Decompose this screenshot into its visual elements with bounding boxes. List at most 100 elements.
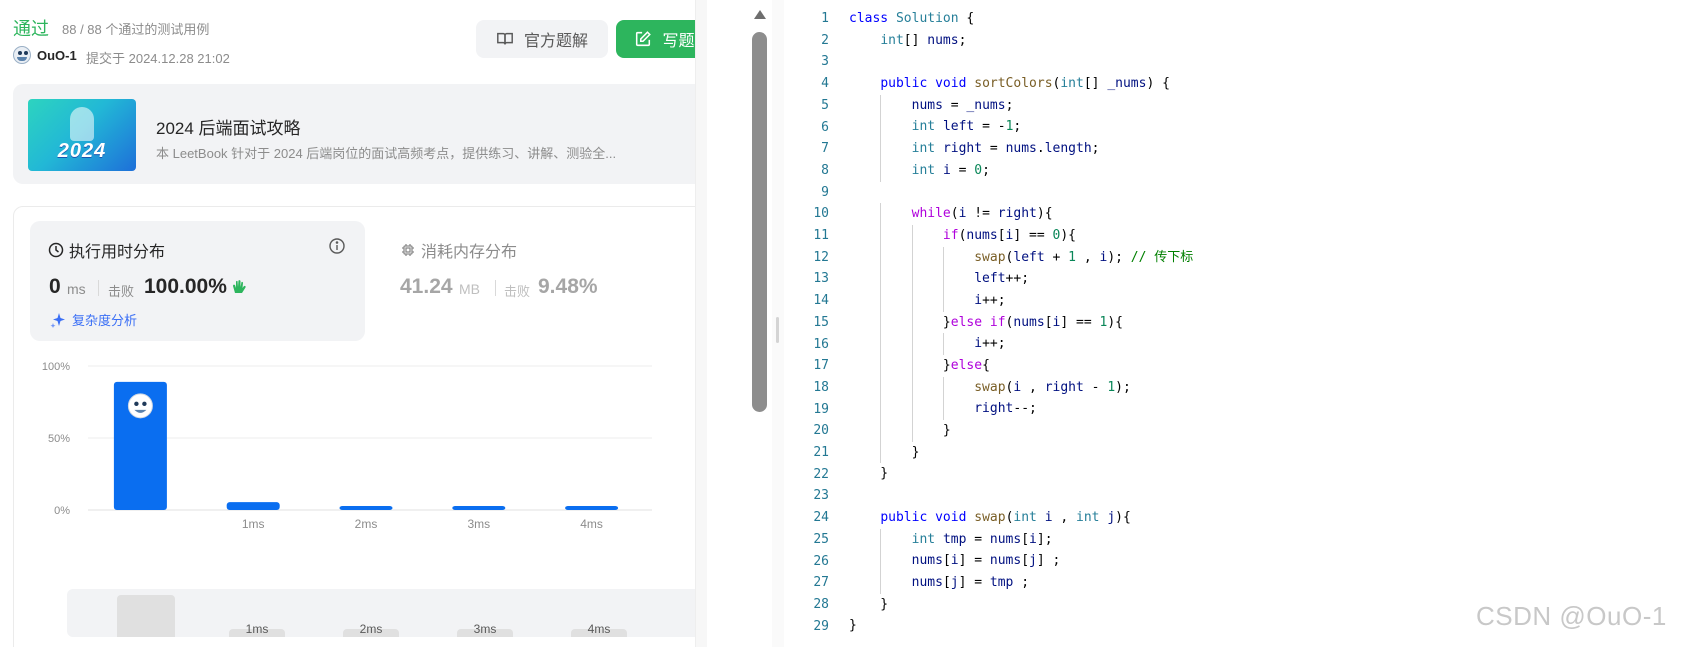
line-number: 25 — [813, 531, 829, 547]
scroll-up-arrow-icon[interactable] — [754, 10, 766, 19]
code-token: _nums — [1107, 76, 1147, 92]
leetbook-promo-card[interactable]: 2024 2024 后端面试攻略 本 LeetBook 针对于 2024 后端岗… — [13, 84, 695, 184]
code-line[interactable]: } — [849, 615, 1193, 637]
indent-guide — [942, 246, 944, 269]
info-icon[interactable] — [328, 237, 346, 255]
code-token: ; — [982, 162, 990, 178]
user-avatar[interactable] — [13, 46, 31, 64]
code-token: j — [1029, 553, 1037, 569]
line-number: 21 — [813, 445, 829, 461]
code-token: int — [911, 531, 936, 547]
complexity-analysis-label: 复杂度分析 — [72, 313, 138, 328]
chart-range-slider[interactable]: 1ms 2ms 3ms 4ms — [67, 589, 695, 637]
code-line[interactable]: int[] nums; — [849, 30, 1193, 52]
code-line[interactable]: } — [849, 463, 1193, 485]
line-number: 23 — [813, 488, 829, 504]
code-line[interactable]: left++; — [849, 268, 1193, 290]
code-token: ( — [950, 206, 959, 222]
code-line[interactable]: i++; — [849, 289, 1193, 312]
runtime-title: 执行用时分布 — [48, 238, 165, 262]
leetbook-title: 2024 后端面试攻略 — [156, 119, 301, 138]
code-line[interactable]: nums = _nums; — [849, 94, 1193, 117]
code-token: ) { — [1146, 76, 1170, 92]
indent-guide — [880, 550, 882, 572]
code-line[interactable] — [849, 182, 1193, 204]
code-token: } — [849, 618, 857, 634]
code-line[interactable]: }else{ — [849, 355, 1193, 377]
runtime-unit: ms — [67, 281, 86, 297]
range-slider-handle[interactable] — [117, 595, 175, 637]
code-token: int — [1060, 76, 1084, 92]
write-solution-button[interactable]: 写题解 — [616, 20, 695, 58]
code-line[interactable]: public void sortColors(int[] _nums) { — [849, 73, 1193, 95]
code-line[interactable]: i++; — [849, 333, 1193, 355]
code-token: swap — [974, 509, 1006, 525]
bar — [226, 502, 280, 510]
x-tick-label: 4ms — [580, 517, 603, 531]
memory-beat-percent: 9.48% — [538, 275, 598, 298]
line-number: 5 — [821, 97, 829, 113]
code-line[interactable]: } — [849, 420, 1193, 442]
code-token: [] — [903, 32, 928, 48]
code-editor[interactable]: 1 2 3 4 5 6 7 8 9 10 11 12 13 14 15 16 17 18 19 20 21 22 23 24 2… — [784, 0, 1689, 647]
splitter-grip[interactable] — [776, 317, 779, 343]
code-line[interactable]: int right = nums.length; — [849, 138, 1193, 160]
code-line[interactable]: class Solution { — [849, 8, 1193, 30]
code-token: 0 — [974, 162, 983, 178]
write-solution-label: 写题解 — [662, 33, 695, 50]
bar — [565, 506, 619, 510]
code-line[interactable] — [849, 51, 1193, 73]
code-token: length — [1044, 141, 1092, 157]
code-content[interactable]: class Solution { int[] nums; public void… — [849, 8, 1193, 637]
code-token: ; — [1091, 141, 1100, 157]
line-number: 20 — [813, 423, 829, 439]
indent-guide — [880, 289, 882, 312]
runtime-beat-label: 击败 — [108, 284, 135, 299]
submission-panel: 通过 88 / 88 个通过的测试用例 OuO-1 提交于 2024.12.28… — [0, 0, 695, 647]
code-token: ; — [1013, 119, 1022, 135]
code-token: swap — [974, 249, 1006, 265]
code-line[interactable]: } — [849, 441, 1193, 464]
code-token: } — [849, 423, 951, 439]
code-line[interactable]: right--; — [849, 398, 1193, 421]
code-token: = — [966, 531, 990, 547]
indent-guide — [880, 376, 882, 399]
code-token: } — [849, 466, 889, 482]
code-line[interactable] — [849, 485, 1193, 507]
code-line[interactable]: swap(left + 1 , i); // 传下标 — [849, 246, 1193, 269]
left-panel-scrollbar[interactable] — [695, 0, 707, 647]
code-line[interactable]: }else if(nums[i] == 1){ — [849, 311, 1193, 334]
code-token: right — [1044, 379, 1084, 395]
code-line[interactable]: int tmp = nums[i]; — [849, 528, 1193, 551]
code-line[interactable]: if(nums[i] == 0){ — [849, 224, 1193, 247]
code-line[interactable]: swap(i , right - 1); — [849, 376, 1193, 399]
memory-tab[interactable]: 消耗内存分布 — [400, 238, 517, 262]
username[interactable]: OuO-1 — [37, 48, 77, 63]
code-token: nums — [989, 531, 1022, 547]
line-number: 3 — [821, 54, 829, 70]
code-token: = - — [974, 119, 1006, 135]
code-line[interactable]: } — [849, 594, 1193, 616]
scrollbar-thumb[interactable] — [752, 32, 767, 412]
code-line[interactable]: nums[j] = tmp ; — [849, 571, 1193, 594]
code-line[interactable]: nums[i] = nums[j] ; — [849, 550, 1193, 572]
code-line[interactable]: public void swap(int i , int j){ — [849, 507, 1193, 529]
line-number: 27 — [813, 575, 829, 591]
line-number: 6 — [821, 119, 829, 135]
indent-guide — [880, 159, 882, 182]
indent-guide — [911, 268, 913, 290]
runtime-distribution-chart[interactable]: 100% 50% 0% 1ms 2ms 3ms 4ms — [30, 350, 695, 570]
indent-guide — [880, 203, 882, 225]
official-solution-button[interactable]: 官方题解 — [476, 20, 608, 58]
code-line[interactable]: int left = -1; — [849, 116, 1193, 139]
code-line[interactable]: while(i != right){ — [849, 203, 1193, 225]
indent-guide — [880, 355, 882, 377]
complexity-analysis-link[interactable]: 复杂度分析 — [50, 310, 137, 329]
range-slider-label: 3ms — [473, 622, 497, 636]
indent-guide — [880, 246, 882, 269]
code-token: nums — [1013, 314, 1045, 330]
code-line[interactable]: int i = 0; — [849, 159, 1193, 182]
code-token: 1 — [1068, 249, 1076, 265]
